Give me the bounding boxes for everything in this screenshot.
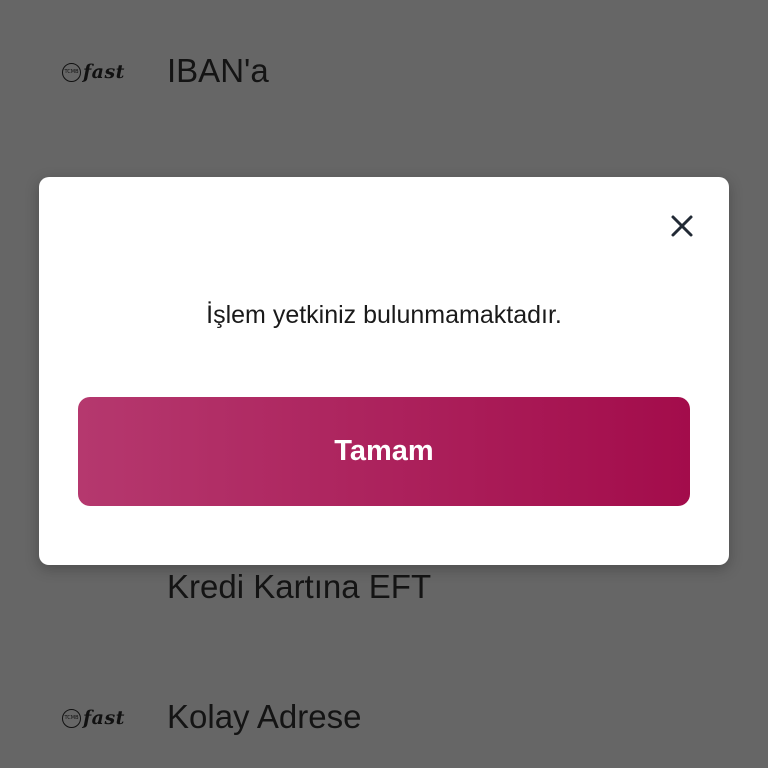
fast-logo: TCMB fast [62,60,134,84]
list-item-kolay-adrese[interactable]: TCMB fast Kolay Adrese [0,688,768,748]
permission-dialog: İşlem yetkiniz bulunmamaktadır. Tamam [39,177,729,565]
dialog-message: İşlem yetkiniz bulunmamaktadır. [206,301,562,329]
list-item-iban[interactable]: TCMB fast IBAN'a [0,42,768,102]
fast-logo-text: fast [83,61,125,83]
close-button[interactable] [667,211,697,241]
list-item-label: IBAN'a [167,52,269,89]
fast-logo-circle: TCMB [62,62,81,82]
fast-logo: TCMB fast [62,706,134,730]
ok-button[interactable]: Tamam [78,397,690,506]
list-item-kredi-karti-eft[interactable]: Kredi Kartına EFT [0,558,768,618]
close-icon [671,215,693,237]
list-item-label: Kredi Kartına EFT [167,568,432,605]
list-item-label: Kolay Adrese [167,698,362,735]
fast-logo-text: fast [83,707,125,729]
fast-logo-circle: TCMB [62,708,81,728]
